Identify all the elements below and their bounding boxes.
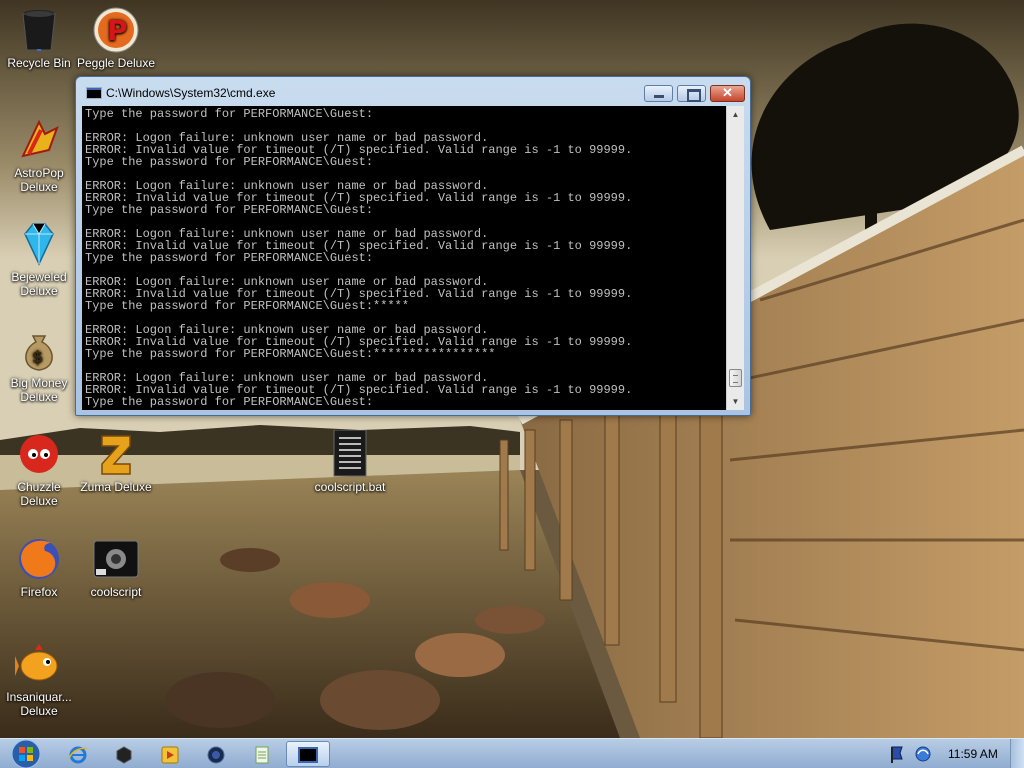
desktop-icon-recycle-bin[interactable]: Recycle Bin [0,6,79,70]
security-flag-icon[interactable] [890,745,906,763]
window-titlebar[interactable]: C:\Windows\System32\cmd.exe [76,77,750,107]
console-line: Type the password for PERFORMANCE\Guest: [85,251,374,265]
minimize-button[interactable] [644,85,673,102]
close-button[interactable] [710,85,745,102]
console-output[interactable]: Type the password for PERFORMANCE\Guest:… [82,106,726,410]
internet-explorer-icon [68,746,88,764]
scroll-down-arrow-icon[interactable]: ▼ [727,393,744,410]
desktop-icon-peggle[interactable]: P Peggle Deluxe [76,6,156,70]
console-line: Type the password for PERFORMANCE\Guest: [85,155,374,169]
taskbar-app-notepad[interactable] [240,741,284,767]
taskbar-app-cube[interactable] [102,741,146,767]
console-line: Type the password for PERFORMANCE\Guest: [85,203,374,217]
scroll-up-arrow-icon[interactable]: ▲ [727,106,744,123]
svg-text:P: P [107,14,128,47]
cube-app-icon [116,746,132,764]
taskbar: 11:59 AM [0,738,1024,768]
desktop-icon-coolscript-bat[interactable]: coolscript.bat [310,430,390,494]
desktop-icon-label: Zuma Deluxe [80,480,152,494]
console-line: Type the password for PERFORMANCE\Guest:… [85,347,496,361]
desktop-icon-zuma[interactable]: Zuma Deluxe [76,430,156,494]
desktop-icon-coolscript[interactable]: coolscript [76,535,156,599]
maximize-button[interactable] [677,85,706,102]
taskbar-app-media-player[interactable] [148,741,192,767]
desktop-icon-insaniquarium[interactable]: Insaniquar... Deluxe [0,640,79,718]
desktop-icon-label: Firefox [20,585,58,599]
svg-text:$: $ [32,347,43,366]
desktop-icon-label: Chuzzle Deluxe [17,480,61,508]
desktop-icon-label: Insaniquar... Deluxe [6,690,72,718]
cmd-icon [298,747,318,763]
desktop-icon-label: Big Money Deluxe [10,376,68,404]
insaniquarium-icon [15,644,58,681]
desktop-icon-big-money[interactable]: $ Big Money Deluxe [0,326,79,404]
astropop-icon [21,119,59,158]
network-icon[interactable] [914,745,932,763]
peggle-icon: P [93,7,139,53]
batch-file-icon [333,430,367,477]
cmd-window[interactable]: C:\Windows\System32\cmd.exe Type the pas… [75,76,751,416]
desktop-icon-label: Recycle Bin [7,56,71,70]
windows-start-icon [11,739,41,768]
notepad-icon [255,746,269,764]
recycle-bin-icon [22,10,56,51]
console-line: Type the password for PERFORMANCE\Guest: [85,395,374,409]
show-desktop-button[interactable] [1010,739,1024,768]
desktop-icon-label: Bejeweled Deluxe [11,270,67,298]
desktop-icon-label: AstroPop Deluxe [14,166,64,194]
firefox-icon [19,539,59,579]
desktop-icon-label: coolscript [90,585,142,599]
console-line: Type the password for PERFORMANCE\Guest: [85,107,374,121]
window-title: C:\Windows\System32\cmd.exe [106,86,276,100]
start-button[interactable] [6,739,46,768]
taskbar-app-cmd[interactable] [286,741,330,767]
console-line: Type the password for PERFORMANCE\Guest:… [85,299,410,313]
shortcut-icon [93,540,139,578]
media-player-icon [161,746,179,764]
desktop-icon-firefox[interactable]: Firefox [0,535,79,599]
desktop-icon-label: Peggle Deluxe [76,56,156,70]
clock[interactable]: 11:59 AM [948,747,998,761]
cmd-icon [86,87,102,99]
taskbar-app-round[interactable] [194,741,238,767]
chuzzle-icon [20,435,58,473]
desktop-icon-label: coolscript.bat [314,480,386,494]
scrollbar-thumb[interactable] [729,369,742,387]
desktop-icon-bejeweled[interactable]: Bejeweled Deluxe [0,220,79,298]
taskbar-app-internet-explorer[interactable] [56,741,100,767]
round-app-icon [207,746,225,764]
vertical-scrollbar[interactable]: ▲ ▼ [726,106,744,410]
zuma-icon [101,435,131,475]
desktop-icon-chuzzle[interactable]: Chuzzle Deluxe [0,430,79,508]
desktop-icon-astropop[interactable]: AstroPop Deluxe [0,116,79,194]
bejeweled-icon [24,223,54,266]
money-bag-icon: $ [25,335,53,371]
